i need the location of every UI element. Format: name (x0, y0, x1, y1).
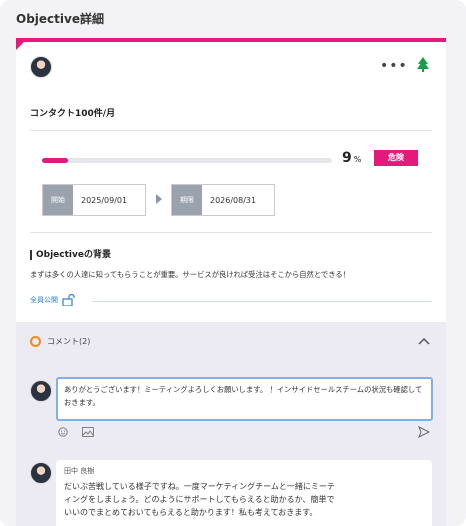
due-label: 期限 (172, 185, 202, 215)
background-title: Objectiveの背景 (30, 250, 111, 260)
progress-bar (42, 158, 332, 163)
visibility-setting[interactable]: 全員公開 (30, 294, 76, 306)
objective-name: コンタクト100件/月 (30, 109, 116, 119)
divider (30, 232, 432, 233)
comment-text: だいぶ苦戦している様子ですね。一度マーケティングチームと一緒にミーテ ィングをし… (64, 480, 424, 519)
progress-value: 9 (342, 150, 352, 166)
percent-unit: % (353, 155, 362, 164)
chevron-up-icon[interactable] (418, 336, 430, 346)
due-date-field[interactable]: 期限 2026/08/31 (171, 184, 275, 216)
progress-percent: 9% (342, 150, 361, 166)
emoji-icon[interactable] (58, 427, 68, 437)
divider (30, 130, 432, 131)
card-corner-accent (16, 42, 24, 50)
page-title: Objective詳細 (16, 12, 104, 26)
comment-author-avatar (30, 462, 52, 484)
objective-detail-panel: Objective詳細 ••• コンタクト100件/月 9% 危険 開始 202… (0, 0, 466, 526)
more-options-icon[interactable]: ••• (380, 58, 408, 74)
unlock-icon (62, 294, 75, 306)
background-text: まずは多くの人達に知ってもらうことが重要。サービスが良ければ受注はそこから自然と… (30, 270, 350, 279)
comment-item: 田中 良樹 だいぶ苦戦している様子ですね。一度マーケティングチームと一緒にミーテ… (56, 460, 432, 526)
start-date-field[interactable]: 開始 2025/09/01 (42, 184, 146, 216)
comment-icon (30, 336, 41, 347)
comment-line: ィングをしましょう。どのようにサポートしてもらえると助かるか、簡単で (64, 495, 335, 504)
comments-title: コメント(2) (47, 337, 91, 346)
owner-avatar[interactable] (30, 56, 52, 78)
start-label: 開始 (43, 185, 73, 215)
current-user-avatar (30, 380, 52, 402)
send-icon[interactable] (418, 426, 430, 438)
comment-line: いいのでまとめておいてもらえると助かります！私も考えておきます。 (64, 508, 318, 517)
comments-header[interactable]: コメント(2) (30, 336, 90, 347)
comments-section: コメント(2) ありがとうございます！ミーティングよろしくお願いします。 ！イン… (16, 322, 446, 526)
start-date: 2025/09/01 (81, 195, 128, 205)
comment-line: だいぶ苦戦している様子ですね。一度マーケティングチームと一緒にミーテ (64, 482, 335, 491)
visibility-label: 全員公開 (30, 296, 58, 304)
comment-author: 田中 良樹 (64, 467, 95, 475)
visibility-divider (92, 301, 432, 302)
due-date: 2026/08/31 (210, 195, 257, 205)
progress-fill (42, 158, 69, 163)
image-icon[interactable] (82, 427, 94, 437)
arrow-right-icon (156, 194, 162, 204)
status-badge: 危険 (374, 150, 418, 166)
objective-card: ••• コンタクト100件/月 9% 危険 開始 2025/09/01 期限 2… (16, 38, 446, 526)
tree-icon[interactable] (416, 56, 430, 72)
comment-input[interactable]: ありがとうございます！ミーティングよろしくお願いします。 ！インサイドセールスチ… (56, 377, 433, 421)
